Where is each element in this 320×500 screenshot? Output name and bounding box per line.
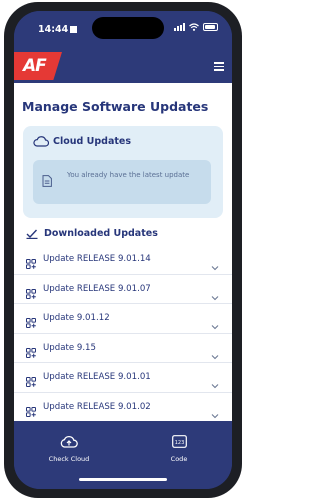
latest-update-notice: You already have the latest update xyxy=(33,160,211,204)
update-row[interactable]: Update 9.01.12 xyxy=(14,304,232,334)
status-time-text: 14:44 xyxy=(38,24,69,35)
update-label: Update 9.01.12 xyxy=(43,313,110,324)
af-logo: AF xyxy=(14,52,62,80)
home-indicator[interactable] xyxy=(79,478,167,481)
menu-icon[interactable] xyxy=(214,62,224,73)
cloud-updates-label: Cloud Updates xyxy=(53,136,131,147)
checkmark-icon xyxy=(26,229,38,239)
apps-icon xyxy=(26,254,36,273)
apps-icon xyxy=(26,313,36,332)
apps-icon xyxy=(26,284,36,303)
update-label: Update RELEASE 9.01.14 xyxy=(43,254,151,264)
chevron-down-icon[interactable] xyxy=(211,374,219,393)
phone-frame: 14:44 AF Manage Software Updates Cloud U… xyxy=(4,2,242,498)
downloaded-updates-label: Downloaded Updates xyxy=(44,228,158,239)
app-bar: AF xyxy=(14,49,232,83)
code-tab[interactable]: 123 Code xyxy=(144,433,214,463)
update-row[interactable]: Update 9.15 xyxy=(14,334,232,364)
status-notification-icon xyxy=(70,26,78,33)
cloud-updates-header[interactable]: Cloud Updates xyxy=(33,136,131,147)
status-bar: 14:44 xyxy=(14,11,232,49)
svg-text:123: 123 xyxy=(174,440,184,446)
check-cloud-tab[interactable]: Check Cloud xyxy=(34,433,104,463)
chevron-down-icon[interactable] xyxy=(211,345,219,364)
check-cloud-label: Check Cloud xyxy=(48,455,90,463)
cloud-upload-icon xyxy=(60,436,78,448)
document-icon xyxy=(42,175,52,187)
update-row[interactable]: Update RELEASE 9.01.02 xyxy=(14,393,232,423)
page-title: Manage Software Updates xyxy=(22,99,209,114)
status-time: 14:44 xyxy=(38,24,78,35)
update-label: Update RELEASE 9.01.07 xyxy=(43,283,151,294)
update-row[interactable]: Update RELEASE 9.01.07 xyxy=(14,275,232,305)
update-label: Update RELEASE 9.01.01 xyxy=(43,372,151,383)
apps-icon xyxy=(26,343,36,362)
notice-text: You already have the latest update xyxy=(67,171,190,179)
dynamic-island xyxy=(92,17,164,39)
bottom-nav: Check Cloud 123 Code xyxy=(14,421,232,489)
cloud-icon xyxy=(33,136,49,147)
apps-icon xyxy=(26,402,36,421)
chevron-down-icon[interactable] xyxy=(211,315,219,334)
chevron-down-icon[interactable] xyxy=(211,256,219,275)
wifi-icon xyxy=(189,23,199,31)
chevron-down-icon[interactable] xyxy=(211,286,219,305)
update-row[interactable]: Update RELEASE 9.01.14 xyxy=(14,245,232,275)
downloaded-updates-header: Downloaded Updates xyxy=(26,228,158,239)
main-content: Manage Software Updates Cloud Updates Yo… xyxy=(14,83,232,423)
cloud-updates-card: Cloud Updates You already have the lates… xyxy=(23,126,223,218)
code-label: Code xyxy=(170,455,188,463)
apps-icon xyxy=(26,372,36,391)
update-label: Update 9.15 xyxy=(43,342,96,353)
numeric-code-icon: 123 xyxy=(171,435,187,448)
screen: 14:44 AF Manage Software Updates Cloud U… xyxy=(14,11,232,489)
signal-icon xyxy=(174,23,185,31)
battery-icon xyxy=(203,23,218,31)
update-row[interactable]: Update RELEASE 9.01.01 xyxy=(14,363,232,393)
system-icons xyxy=(174,23,218,31)
update-label: Update RELEASE 9.01.02 xyxy=(43,401,151,412)
downloaded-updates-list: Update RELEASE 9.01.14 Update RELEASE 9.0… xyxy=(14,245,232,423)
